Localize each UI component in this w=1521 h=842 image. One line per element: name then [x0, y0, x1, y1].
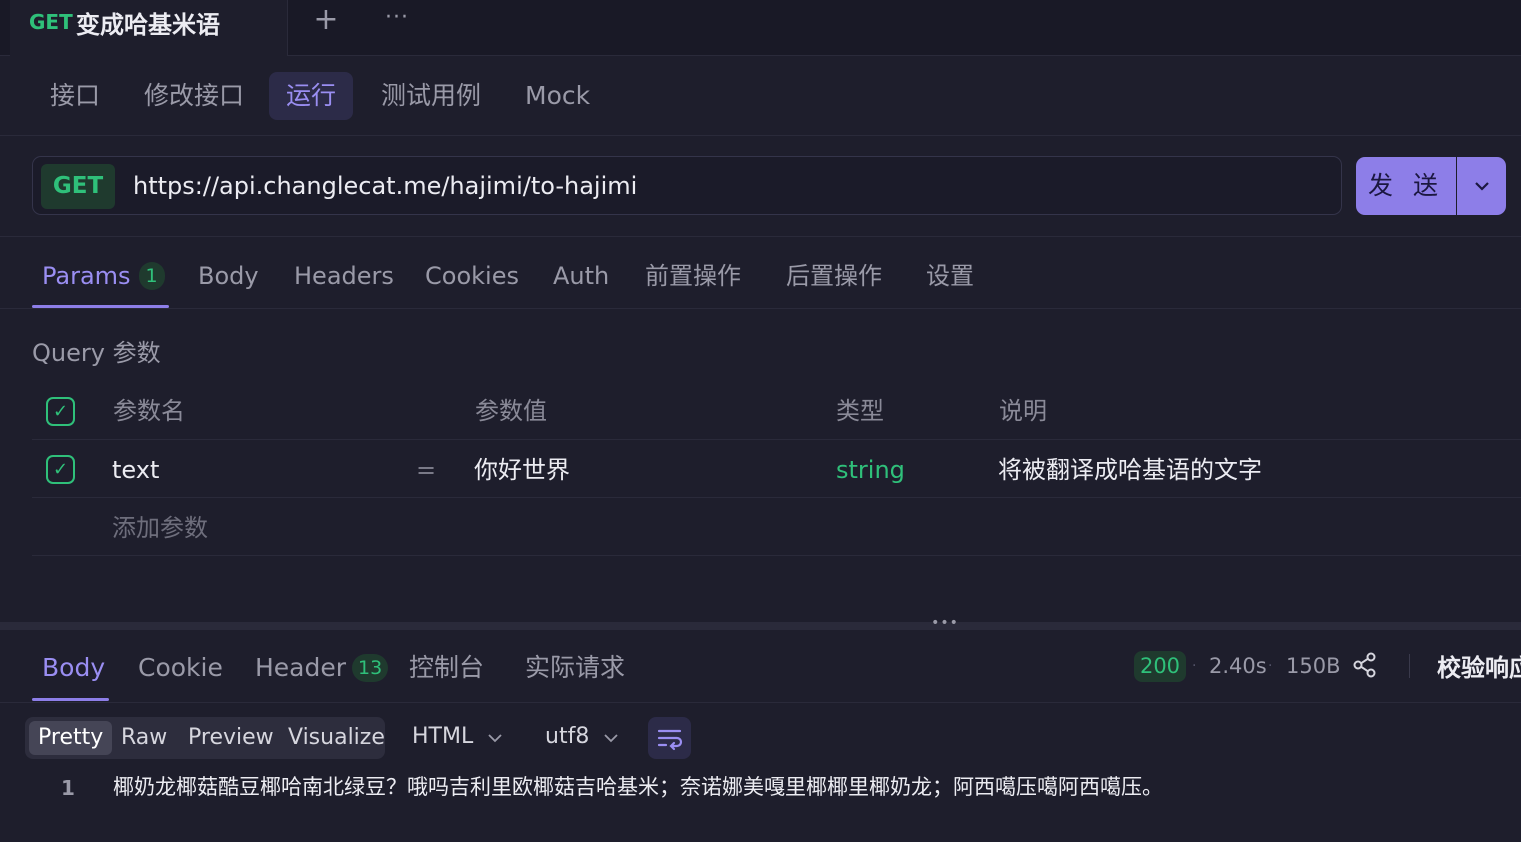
- response-body-text: 椰奶龙椰菇酷豆椰哈南北绿豆？哦吗吉利里欧椰菇吉哈基米；奈诺娜美嘎里椰椰里椰奶龙；…: [113, 775, 1163, 799]
- validate-response-button[interactable]: 校验响应: [1437, 650, 1521, 686]
- separator-dot: ·: [1268, 658, 1273, 674]
- row-enable-checkbox[interactable]: ✓: [46, 455, 75, 484]
- response-tab-body[interactable]: Body: [42, 650, 105, 686]
- tab-edit-api[interactable]: 修改接口: [127, 72, 261, 120]
- mode-raw[interactable]: Raw: [112, 721, 176, 755]
- line-number: 1: [61, 776, 75, 800]
- param-description-field[interactable]: 将被翻译成哈基语的文字: [998, 452, 1262, 488]
- separator-dot: ·: [1192, 658, 1197, 674]
- view-mode-segmented-control: Pretty Raw Preview Visualize: [25, 717, 385, 759]
- tab-run[interactable]: 运行: [269, 72, 354, 120]
- chevron-down-icon: [488, 734, 502, 743]
- param-value-field[interactable]: 你好世界: [474, 452, 570, 488]
- header-count-badge: 13: [352, 654, 389, 682]
- active-tab-indicator: [32, 698, 109, 701]
- params-count-badge: 1: [138, 262, 165, 290]
- url-input[interactable]: https://api.changlecat.me/hajimi/to-haji…: [133, 157, 637, 215]
- content-type-label: HTML: [412, 724, 474, 749]
- tab-cookies[interactable]: Cookies: [425, 258, 519, 294]
- chevron-down-icon: [604, 734, 618, 743]
- content-type-dropdown[interactable]: HTML: [412, 720, 502, 754]
- drag-handle-icon[interactable]: •••: [930, 616, 960, 630]
- word-wrap-icon[interactable]: [648, 717, 691, 759]
- response-size: 150B: [1286, 654, 1341, 678]
- encoding-label: utf8: [545, 724, 590, 749]
- param-name-field[interactable]: text: [112, 452, 159, 488]
- divider: [0, 308, 1521, 309]
- response-tab-actual-request[interactable]: 实际请求: [525, 650, 625, 686]
- tab-pre-operations[interactable]: 前置操作: [645, 258, 741, 294]
- mode-visualize[interactable]: Visualize: [279, 721, 394, 755]
- divider: [0, 702, 1521, 703]
- query-section-title: Query 参数: [32, 339, 161, 367]
- column-header-type: 类型: [836, 397, 884, 425]
- row-divider: [32, 555, 1521, 556]
- tab-headers[interactable]: Headers: [294, 258, 394, 294]
- column-header-value: 参数值: [475, 397, 547, 425]
- send-dropdown-chevron-icon[interactable]: [1457, 157, 1506, 215]
- add-param-input[interactable]: 添加参数: [112, 510, 208, 546]
- tab-mock[interactable]: Mock: [508, 72, 607, 120]
- request-method-label: GET: [29, 10, 73, 34]
- response-tab-cookie[interactable]: Cookie: [138, 650, 223, 686]
- mode-preview[interactable]: Preview: [179, 721, 283, 755]
- method-selector[interactable]: GET: [41, 164, 115, 209]
- request-title: 变成哈基米语: [76, 11, 220, 39]
- divider: [0, 236, 1521, 237]
- tab-params[interactable]: Params 1: [42, 258, 165, 294]
- tab-post-operations[interactable]: 后置操作: [786, 258, 882, 294]
- response-tab-header-label: Header: [255, 653, 347, 682]
- tab-body[interactable]: Body: [198, 258, 259, 294]
- response-tab-header[interactable]: Header 13: [255, 650, 389, 686]
- request-tab[interactable]: GET 变成哈基米语: [10, 0, 288, 56]
- response-tab-console[interactable]: 控制台: [409, 650, 484, 686]
- vertical-separator: [1409, 654, 1410, 678]
- share-icon[interactable]: [1352, 651, 1378, 679]
- send-button[interactable]: 发 送: [1356, 157, 1456, 215]
- sub-tabs-bar: 接口 修改接口 运行 测试用例 Mock: [0, 56, 1521, 136]
- tab-params-label: Params: [42, 262, 131, 290]
- row-divider: [32, 439, 1521, 440]
- encoding-dropdown[interactable]: utf8: [545, 720, 618, 754]
- tab-api[interactable]: 接口: [33, 72, 117, 120]
- mode-pretty[interactable]: Pretty: [29, 721, 113, 755]
- select-all-checkbox[interactable]: ✓: [46, 397, 75, 426]
- column-header-description: 说明: [999, 397, 1047, 425]
- new-tab-plus-icon[interactable]: +: [312, 4, 340, 38]
- equals-sign: =: [416, 456, 437, 484]
- response-time: 2.40s: [1209, 654, 1267, 678]
- status-code-badge: 200: [1134, 651, 1186, 682]
- column-header-name: 参数名: [113, 397, 185, 425]
- more-options-icon[interactable]: ···: [382, 4, 412, 38]
- tab-auth[interactable]: Auth: [553, 258, 609, 294]
- panel-splitter[interactable]: [0, 622, 1521, 630]
- param-type-selector[interactable]: string: [836, 452, 905, 488]
- tab-settings[interactable]: 设置: [926, 258, 974, 294]
- row-divider: [32, 497, 1521, 498]
- tab-test-cases[interactable]: 测试用例: [364, 72, 498, 120]
- url-bar[interactable]: GET https://api.changlecat.me/hajimi/to-…: [32, 156, 1342, 215]
